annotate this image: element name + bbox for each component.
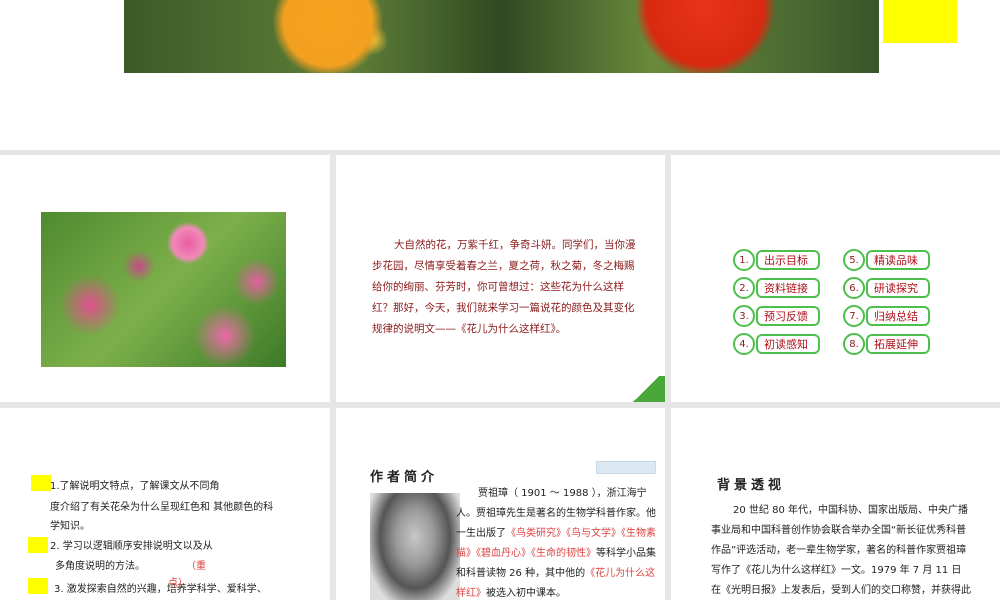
background-text: 20 世纪 80 年代，中国科协、国家出版局、中央广播事业局和中国科普创作协会联… [711,505,971,596]
objective-line: 学知识。 [50,521,90,532]
textbox-placeholder [596,461,656,474]
menu-label: 精读品味 [866,250,930,270]
menu-label: 预习反馈 [756,306,820,326]
objective-line: 2. 学习以逻辑顺序安排说明文以及从 [50,541,213,552]
author-bio: 贾祖璋（ 1901 ～ 1988 ），浙江海宁人。贾祖璋先生是著名的生物学科普作… [456,484,656,600]
menu-num: 2. [733,277,755,299]
yellow-marker [31,475,51,491]
yellow-marker [28,578,48,594]
slide-thumbnail-6[interactable]: 作者简介 贾祖璋（ 1901 ～ 1988 ），浙江海宁人。贾祖璋先生是著名的生… [336,408,665,600]
emphasis-note: （重 [186,561,206,572]
bio-text: 被选入初中课本。 [486,588,566,599]
menu-num: 7. [843,305,865,327]
menu-button-5[interactable]: 5. 精读品味 [843,249,930,271]
yellow-marker [28,537,48,553]
menu-button-3[interactable]: 3. 预习反馈 [733,305,820,327]
peony-photo [41,212,286,367]
slide-thumbnail-5[interactable]: 1.了解说明文特点，了解课文从不同角 度介绍了有关花朵为什么呈现红色和 其他颜色… [0,408,330,600]
slide-thumbnail-3[interactable]: 大自然的花，万紫千红，争奇斗妍。同学们，当你漫步花园，尽情享受着春之兰，夏之荷，… [336,155,665,402]
slide-thumbnail-4[interactable]: 1. 出示目标 2. 资料链接 3. 预习反馈 4. 初读感知 5. 精读品味 6. 研读探… [671,155,1000,402]
menu-button-8[interactable]: 8. 拓展延伸 [843,333,930,355]
menu-num: 5. [843,249,865,271]
yellow-shape [883,0,957,43]
slide-thumbnail-2[interactable] [0,155,330,402]
menu-num: 1. [733,249,755,271]
menu-button-1[interactable]: 1. 出示目标 [733,249,820,271]
background-heading: 背景透视 [717,478,786,493]
menu-label: 研读探究 [866,278,930,298]
objective-line: 度介绍了有关花朵为什么呈现红色和 其他颜色的科 [50,502,274,513]
menu-num: 4. [733,333,755,355]
author-portrait [370,493,460,600]
menu-label: 拓展延伸 [866,334,930,354]
menu-button-7[interactable]: 7. 归纳总结 [843,305,930,327]
menu-button-2[interactable]: 2. 资料链接 [733,277,820,299]
objective-line: 多角度说明的方法。 [55,561,145,572]
objective-line: 3. 激发探索自然的兴趣，培养学科学、爱科学、 [54,584,267,595]
page-curl-icon [627,376,665,402]
objective-line: 1.了解说明文特点，了解课文从不同角 [50,481,220,492]
intro-text: 大自然的花，万紫千红，争奇斗妍。同学们，当你漫步花园，尽情享受着春之兰，夏之荷，… [372,239,636,335]
menu-num: 6. [843,277,865,299]
menu-label: 归纳总结 [866,306,930,326]
menu-label: 资料链接 [756,278,820,298]
menu-button-6[interactable]: 6. 研读探究 [843,277,930,299]
menu-button-4[interactable]: 4. 初读感知 [733,333,820,355]
menu-num: 8. [843,333,865,355]
slide-thumbnail-1[interactable] [0,0,1000,150]
emphasis-note: 点） [168,578,188,589]
slide-thumbnail-7[interactable]: 背景透视 20 世纪 80 年代，中国科协、国家出版局、中央广播事业局和中国科普… [671,408,1000,600]
author-heading: 作者简介 [370,470,439,485]
poppy-photo [124,0,879,73]
menu-label: 初读感知 [756,334,820,354]
menu-label: 出示目标 [756,250,820,270]
menu-num: 3. [733,305,755,327]
